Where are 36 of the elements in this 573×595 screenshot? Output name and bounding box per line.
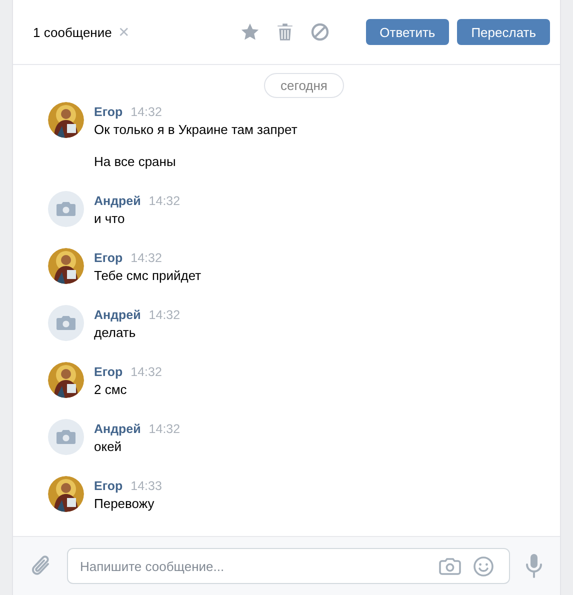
message-time: 14:32	[148, 421, 180, 437]
message-text: и что	[94, 210, 126, 228]
camera-icon[interactable]	[439, 557, 461, 575]
reply-button[interactable]: Ответить	[366, 19, 450, 45]
avatar-placeholder	[48, 305, 84, 341]
author-name[interactable]: Андрей	[94, 193, 141, 209]
microphone-icon[interactable]	[524, 553, 544, 579]
message-time: 14:32	[130, 250, 162, 266]
message-time: 14:32	[130, 104, 162, 120]
message-time: 14:32	[130, 364, 162, 380]
author-name[interactable]: Егор	[94, 250, 123, 266]
message-time: 14:32	[148, 307, 180, 323]
author-name[interactable]: Егор	[94, 364, 123, 380]
selection-count: 1 сообщение	[33, 24, 112, 40]
message-text: окей	[94, 438, 123, 456]
author-name[interactable]: Андрей	[94, 421, 141, 437]
message-text: Тебе смс прийдет	[94, 267, 202, 285]
author-name[interactable]: Егор	[94, 478, 123, 494]
author-name[interactable]: Андрей	[94, 307, 141, 323]
forward-button[interactable]: Переслать	[457, 19, 550, 45]
message-text: делать	[94, 324, 137, 342]
author-name[interactable]: Егор	[94, 104, 123, 120]
smiley-icon[interactable]	[473, 556, 494, 576]
message-text: 2 смс	[94, 381, 128, 399]
trash-icon[interactable]	[276, 22, 294, 42]
star-icon[interactable]	[240, 22, 260, 42]
message-text: Перевожу	[94, 495, 156, 513]
date-divider: сегодня	[264, 73, 344, 98]
message-time: 14:33	[130, 478, 162, 494]
message-input[interactable]: Напишите сообщение...	[67, 548, 510, 584]
block-icon[interactable]	[310, 22, 330, 42]
message-time: 14:32	[148, 193, 180, 209]
avatar-placeholder	[48, 419, 84, 455]
message-text: На все сраны	[94, 153, 177, 171]
message-text: Ок только я в Украине там запрет	[94, 121, 298, 139]
avatar-placeholder	[48, 191, 84, 227]
